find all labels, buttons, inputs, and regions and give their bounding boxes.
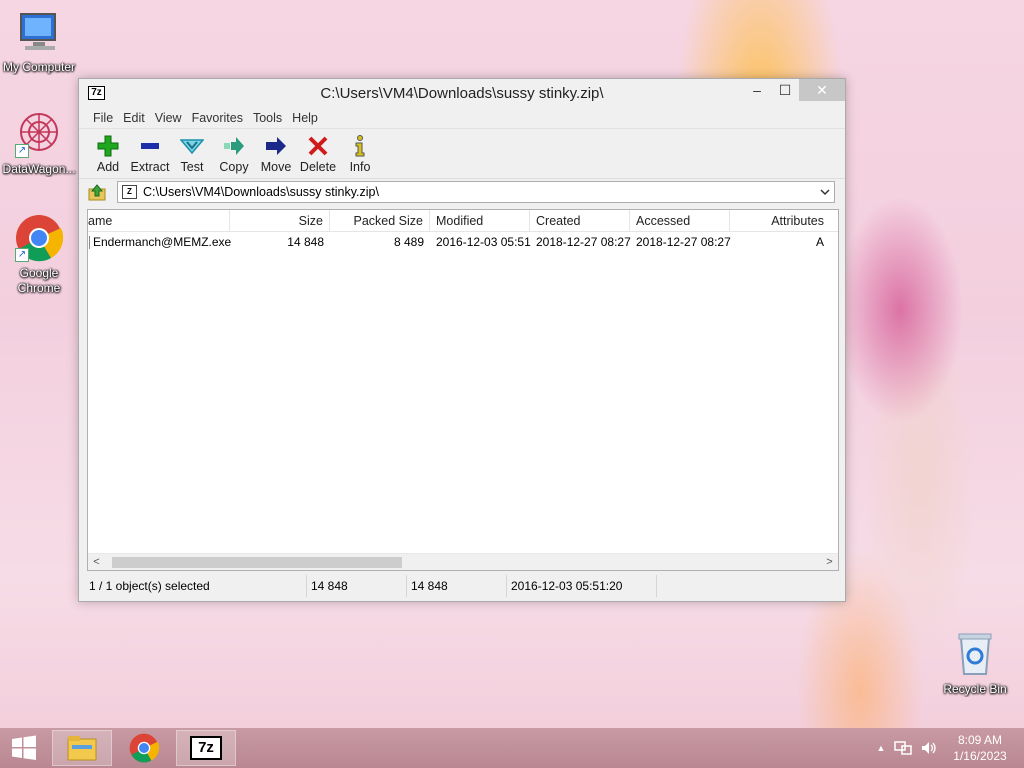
taskbar-chrome[interactable] [114,730,174,766]
volume-icon[interactable] [920,740,938,756]
recycle-bin-icon [951,630,999,678]
file-icon [89,236,90,250]
desktop-icon-google-chrome[interactable]: ↗ Google Chrome [0,214,79,296]
scroll-thumb[interactable] [112,557,402,568]
desktop-icon-label: My Computer [2,60,76,74]
file-list[interactable]: ame Size Packed Size Modified Created Ac… [87,209,839,571]
menu-bar: File Edit View Favorites Tools Help [79,107,845,129]
up-folder-button[interactable] [85,181,109,203]
up-folder-icon [88,184,106,201]
table-row[interactable]: Endermanch@MEMZ.exe 14 848 8 489 2016-12… [88,232,838,252]
copy-label: Copy [219,160,249,174]
maximize-button[interactable]: ☐ [771,79,799,101]
desktop-icon-label: DataWagon... [2,162,76,176]
windows-logo-icon [12,735,36,760]
shortcut-arrow-icon: ↗ [15,144,29,158]
file-attributes: A [815,235,824,249]
menu-help[interactable]: Help [287,107,323,128]
clock-date: 1/16/2023 [953,749,1007,763]
chrome-icon [129,733,159,763]
column-packed-size[interactable]: Packed Size [330,210,430,232]
move-button[interactable]: Move [255,134,297,178]
taskbar-7zip[interactable]: 7z [176,730,236,766]
delete-icon [297,134,339,158]
network-icon[interactable] [894,740,912,756]
file-size: 14 848 [287,235,324,249]
list-header: ame Size Packed Size Modified Created Ac… [88,210,838,232]
address-bar: Z C:\Users\VM4\Downloads\sussy stinky.zi… [79,179,845,205]
column-attributes[interactable]: Attributes [730,210,830,232]
address-input[interactable]: Z C:\Users\VM4\Downloads\sussy stinky.zi… [117,181,835,203]
clock-time: 8:09 AM [957,733,1003,747]
move-icon [255,134,297,158]
test-label: Test [180,160,204,174]
toolbar: Add Extract Test Copy Move Delete Info [79,129,845,179]
test-icon [171,134,213,158]
system-tray: ▲ [872,728,938,768]
taskbar: 7z ▲ 8:09 AM 1/16/2023 [0,728,1024,768]
start-button[interactable] [0,728,48,768]
extract-button[interactable]: Extract [129,134,171,178]
menu-edit[interactable]: Edit [118,107,150,128]
add-label: Add [96,160,120,174]
file-name: Endermanch@MEMZ.exe [88,232,236,252]
desktop-icon-recycle-bin[interactable]: Recycle Bin [935,630,1015,697]
extract-icon [129,134,171,158]
column-accessed[interactable]: Accessed [630,210,730,232]
scroll-right-arrow[interactable]: > [821,554,838,570]
status-bar: 1 / 1 object(s) selected 14 848 14 848 2… [87,575,839,597]
test-button[interactable]: Test [171,134,213,178]
horizontal-scrollbar[interactable]: < > [88,553,838,570]
window-title: C:\Users\VM4\Downloads\sussy stinky.zip\ [320,85,604,102]
datawagon-icon: ↗ [15,110,63,158]
desktop-icon-datawagon[interactable]: ↗ DataWagon... [0,110,79,177]
address-path: C:\Users\VM4\Downloads\sussy stinky.zip\ [143,185,379,199]
file-created: 2018-12-27 08:27 [536,235,631,249]
chrome-icon: ↗ [15,214,64,262]
desktop-icon-label: Recycle Bin [943,682,1007,696]
7zip-file-manager-window: 7z C:\Users\VM4\Downloads\sussy stinky.z… [78,78,846,602]
file-explorer-icon [67,736,97,761]
status-selection: 1 / 1 object(s) selected [87,575,307,597]
column-name[interactable]: ame [88,210,230,232]
status-size: 14 848 [307,575,407,597]
file-modified: 2016-12-03 05:51 [436,235,531,249]
close-button[interactable]: ✕ [799,79,845,101]
extract-label: Extract [130,160,170,174]
scroll-left-arrow[interactable]: < [88,554,105,570]
file-accessed: 2018-12-27 08:27 [636,235,731,249]
info-button[interactable]: Info [339,134,381,178]
title-bar[interactable]: 7z C:\Users\VM4\Downloads\sussy stinky.z… [79,79,845,107]
minimize-button[interactable]: – [743,79,771,101]
taskbar-file-explorer[interactable] [52,730,112,766]
menu-view[interactable]: View [150,107,187,128]
zip-archive-icon: Z [122,185,137,199]
info-icon [339,134,381,158]
delete-label: Delete [299,160,337,174]
status-packed-size: 14 848 [407,575,507,597]
move-label: Move [260,160,292,174]
menu-tools[interactable]: Tools [248,107,287,128]
chevron-down-icon[interactable] [818,185,832,199]
copy-button[interactable]: Copy [213,134,255,178]
info-label: Info [349,160,371,174]
desktop-icon-my-computer[interactable]: My Computer [0,8,79,75]
status-modified: 2016-12-03 05:51:20 [507,575,657,597]
shortcut-arrow-icon: ↗ [15,248,29,262]
computer-icon [15,8,63,56]
copy-icon [213,134,255,158]
column-modified[interactable]: Modified [430,210,530,232]
desktop-icon-label: Google Chrome [17,266,61,295]
menu-file[interactable]: File [88,107,118,128]
file-packed-size: 8 489 [393,235,424,249]
tray-overflow-arrow[interactable]: ▲ [872,743,890,753]
clock[interactable]: 8:09 AM 1/16/2023 [940,732,1020,764]
add-icon [87,134,129,158]
add-button[interactable]: Add [87,134,129,178]
7zip-icon: 7z [190,736,222,760]
menu-favorites[interactable]: Favorites [187,107,248,128]
delete-button[interactable]: Delete [297,134,339,178]
column-created[interactable]: Created [530,210,630,232]
column-size[interactable]: Size [230,210,330,232]
